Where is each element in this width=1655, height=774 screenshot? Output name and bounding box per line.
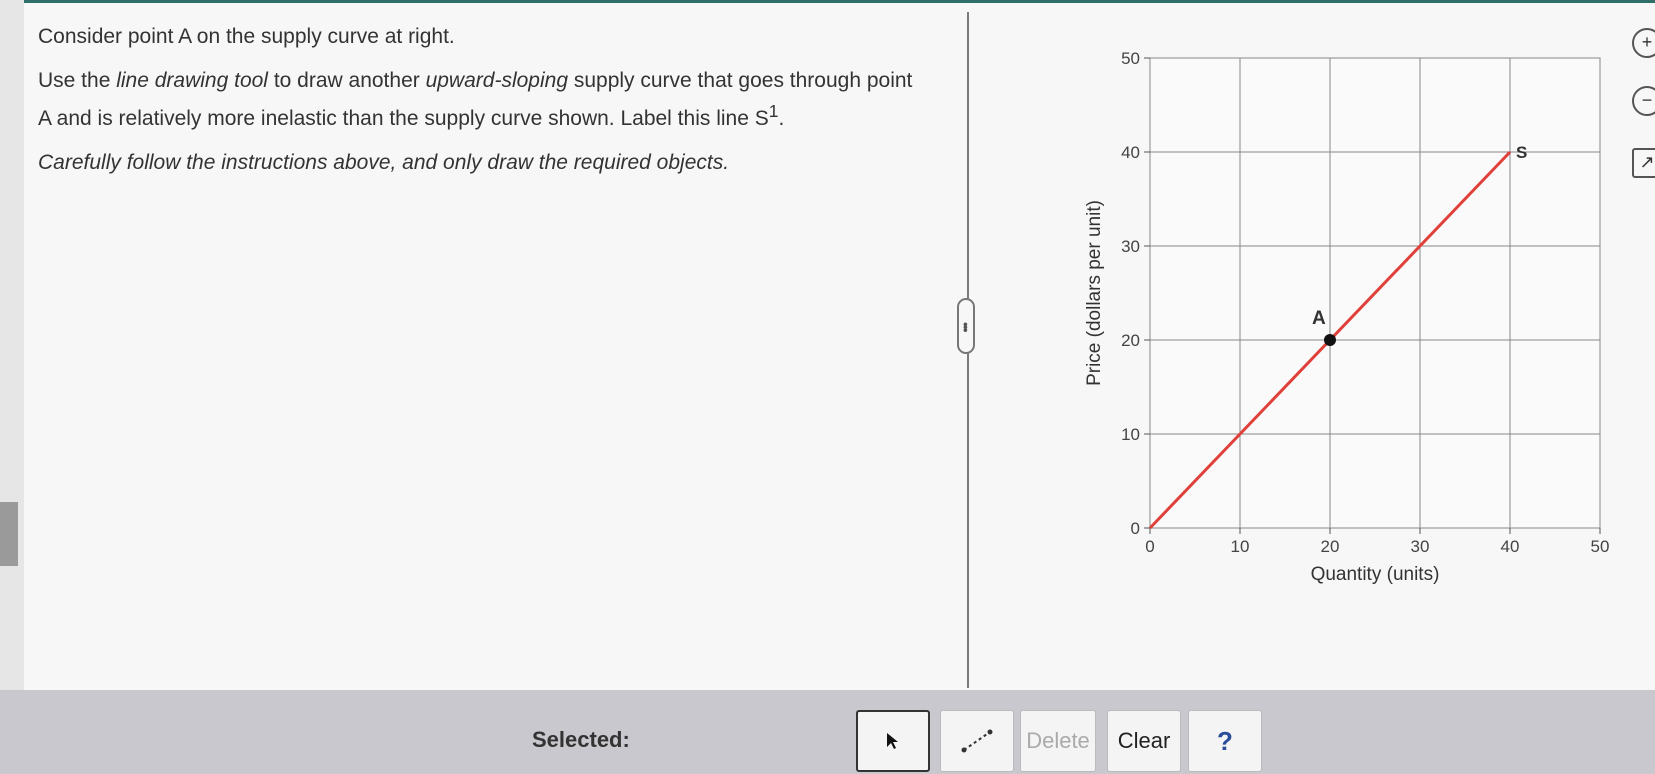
y-tick-label: 30: [1121, 237, 1140, 256]
y-axis-label: Price (dollars per unit): [1084, 200, 1105, 386]
q2-part-2: to draw another: [267, 69, 426, 92]
question-text: Consider point A on the supply curve at …: [38, 22, 918, 178]
zoom-out-icon[interactable]: −: [1632, 86, 1655, 116]
q2-tool-name: line drawing tool: [116, 69, 268, 92]
clear-button[interactable]: Clear: [1107, 710, 1181, 772]
help-button[interactable]: ?: [1188, 710, 1262, 772]
x-axis-label: Quantity (units): [1311, 564, 1440, 585]
question-line-2: Use the line drawing tool to draw anothe…: [38, 66, 918, 134]
resize-handle[interactable]: •••: [957, 298, 975, 354]
x-tick-label: 30: [1411, 537, 1430, 556]
zoom-in-icon[interactable]: +: [1632, 28, 1655, 58]
toolbar: [0, 690, 1655, 774]
chart-svg[interactable]: 0 10 20 30 40 50 0 10 20 30 40 50 Quantity (units) Pr…: [1080, 40, 1620, 600]
q2-slope-word: upward-sloping: [425, 69, 568, 92]
x-tick-label: 40: [1501, 537, 1520, 556]
delete-button[interactable]: Delete: [1020, 710, 1096, 772]
left-scroll-tab[interactable]: [0, 502, 18, 566]
popout-icon[interactable]: ↗: [1632, 148, 1655, 178]
drag-dots-icon: •••: [958, 321, 974, 331]
q2-end: .: [778, 107, 785, 130]
y-tick-label: 0: [1131, 519, 1140, 538]
line-tool-button[interactable]: [940, 710, 1014, 772]
selected-label: Selected:: [532, 727, 630, 752]
x-tick-label: 0: [1145, 537, 1154, 556]
q2-part-1: Use the: [38, 69, 117, 92]
pointer-tool-button[interactable]: [856, 710, 930, 772]
x-tick-label: 10: [1231, 537, 1250, 556]
supply-curve-label: S: [1516, 143, 1527, 162]
left-edge-panel: [0, 0, 24, 774]
y-tick-label: 20: [1121, 331, 1140, 350]
x-tick-label: 20: [1321, 537, 1340, 556]
question-line-3: Carefully follow the instructions above,…: [38, 151, 730, 174]
y-tick-label: 40: [1121, 143, 1140, 162]
q2-superscript: 1: [768, 101, 779, 121]
point-a-marker: [1324, 334, 1336, 346]
y-tick-label: 50: [1121, 49, 1140, 68]
pointer-icon: [887, 733, 898, 749]
supply-graph[interactable]: 0 10 20 30 40 50 0 10 20 30 40 50 Quantity (units) Pr…: [1080, 40, 1620, 605]
point-a-label: A: [1312, 308, 1326, 329]
question-line-1: Consider point A on the supply curve at …: [38, 25, 455, 48]
x-tick-label: 50: [1591, 537, 1610, 556]
y-tick-label: 10: [1121, 425, 1140, 444]
line-draw-icon: [961, 729, 993, 753]
